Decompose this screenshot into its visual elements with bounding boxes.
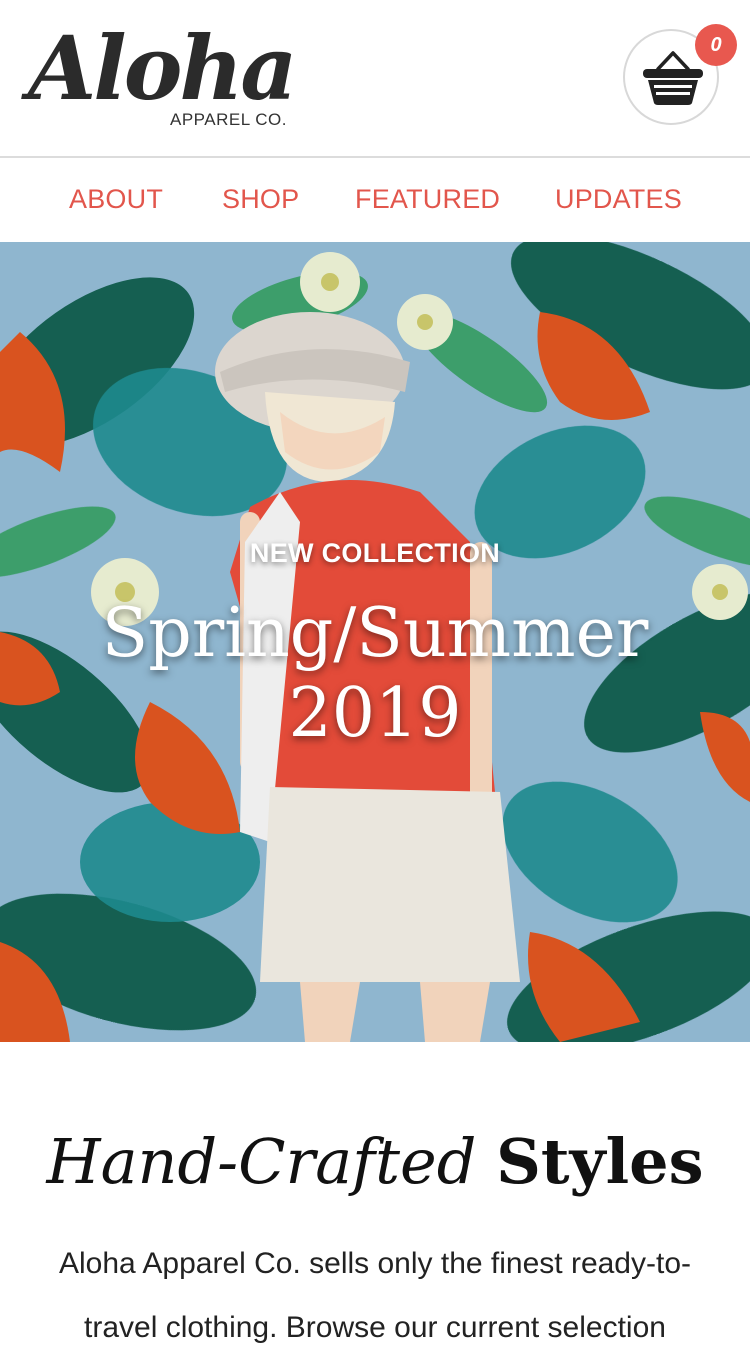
- nav-item-featured[interactable]: FEATURED: [355, 184, 500, 215]
- main-nav: ABOUT SHOP FEATURED UPDATES: [0, 158, 750, 242]
- cart-count-badge: 0: [695, 24, 737, 66]
- hero-title-line2: 2019: [288, 674, 462, 753]
- section-body-text: Aloha Apparel Co. sells only the finest …: [58, 1247, 691, 1344]
- hero-kicker: NEW COLLECTION: [249, 538, 501, 568]
- site-header: Aloha APPAREL CO. 0: [0, 0, 750, 156]
- brand-logo-subtitle: APPAREL CO.: [170, 110, 287, 129]
- hero-banner[interactable]: NEW COLLECTION Spring/Summer 2019: [0, 242, 750, 1042]
- nav-item-updates[interactable]: UPDATES: [555, 184, 682, 215]
- hero-title: Spring/Summer 2019: [0, 594, 750, 754]
- section-title-bold: Styles: [496, 1125, 704, 1198]
- basket-icon: [643, 51, 703, 105]
- hero-title-line1: Spring/Summer: [101, 594, 649, 673]
- brand-logo-script: Aloha: [28, 16, 297, 120]
- nav-item-shop[interactable]: SHOP: [222, 184, 299, 215]
- nav-item-about[interactable]: ABOUT: [69, 184, 163, 215]
- section-title-italic: Hand-Crafted: [46, 1125, 477, 1198]
- brand-logo[interactable]: Aloha APPAREL CO.: [28, 18, 298, 138]
- section-title: Hand-Crafted Styles: [0, 1120, 750, 1204]
